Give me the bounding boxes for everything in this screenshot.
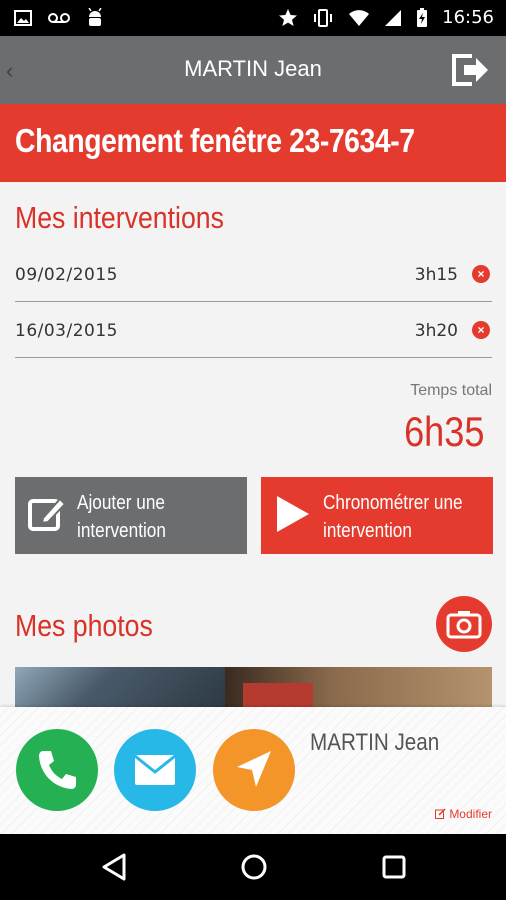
edit-icon	[28, 497, 67, 531]
job-banner: Changement fenêtre 23-7634-7	[0, 104, 506, 182]
vibrate-icon	[314, 8, 333, 27]
play-icon	[277, 496, 309, 532]
intervention-row[interactable]: 16/03/2015 3h20 ×	[15, 301, 492, 358]
wifi-icon	[349, 9, 370, 26]
edit-small-icon	[434, 808, 446, 819]
nav-home-icon[interactable]	[239, 852, 269, 882]
photo-strip[interactable]	[15, 667, 492, 707]
modify-label: Modifier	[449, 807, 492, 821]
job-title: Changement fenêtre 23-7634-7	[15, 122, 415, 159]
timer-button-label-line1: Chronométrer une	[323, 492, 463, 514]
intervention-duration: 3h20	[414, 321, 458, 341]
total-time-value: 6h35	[403, 408, 484, 455]
app-bar: ‹ MARTIN Jean	[0, 36, 506, 104]
nav-recents-icon[interactable]	[381, 854, 407, 880]
start-timer-button[interactable]: Chronométrer une intervention	[261, 477, 493, 554]
system-nav-bar	[0, 834, 506, 900]
battery-charging-icon	[417, 7, 428, 27]
contact-name: MARTIN Jean	[310, 729, 440, 756]
photo-thumbnail[interactable]	[225, 667, 492, 707]
image-notification-icon	[14, 10, 32, 26]
call-button[interactable]	[16, 729, 98, 811]
intervention-row[interactable]: 09/02/2015 3h15 ×	[15, 245, 492, 302]
logout-icon[interactable]	[450, 52, 490, 88]
clock: 16:56	[442, 7, 494, 28]
mail-icon	[134, 754, 176, 785]
voicemail-icon	[48, 13, 70, 23]
add-photo-button[interactable]	[436, 596, 492, 652]
intervention-date: 16/03/2015	[15, 321, 118, 341]
nav-back-icon[interactable]	[100, 852, 128, 882]
timer-button-label-line2: intervention	[323, 520, 412, 542]
add-button-label-line2: intervention	[77, 520, 166, 542]
navigation-arrow-icon	[237, 751, 271, 787]
interventions-title: Mes interventions	[15, 200, 224, 235]
navigate-button[interactable]	[213, 729, 295, 811]
intervention-duration: 3h15	[414, 265, 458, 285]
intervention-date: 09/02/2015	[15, 265, 118, 285]
android-debug-icon	[88, 8, 102, 26]
modify-link[interactable]: Modifier	[434, 807, 492, 821]
delete-icon[interactable]: ×	[472, 321, 490, 339]
photo-thumbnail[interactable]	[15, 667, 225, 707]
contact-bar: MARTIN Jean Modifier	[0, 707, 506, 834]
star-icon	[279, 8, 298, 26]
add-intervention-button[interactable]: Ajouter une intervention	[15, 477, 247, 554]
add-button-label-line1: Ajouter une	[77, 492, 165, 514]
photos-title: Mes photos	[15, 608, 153, 643]
phone-icon	[39, 751, 76, 789]
app-bar-title: MARTIN Jean	[184, 56, 322, 81]
total-time-label: Temps total	[410, 382, 492, 399]
signal-icon	[385, 9, 402, 26]
delete-icon[interactable]: ×	[472, 265, 490, 283]
camera-icon	[446, 611, 482, 639]
email-button[interactable]	[114, 729, 196, 811]
status-bar: 16:56	[0, 0, 506, 36]
